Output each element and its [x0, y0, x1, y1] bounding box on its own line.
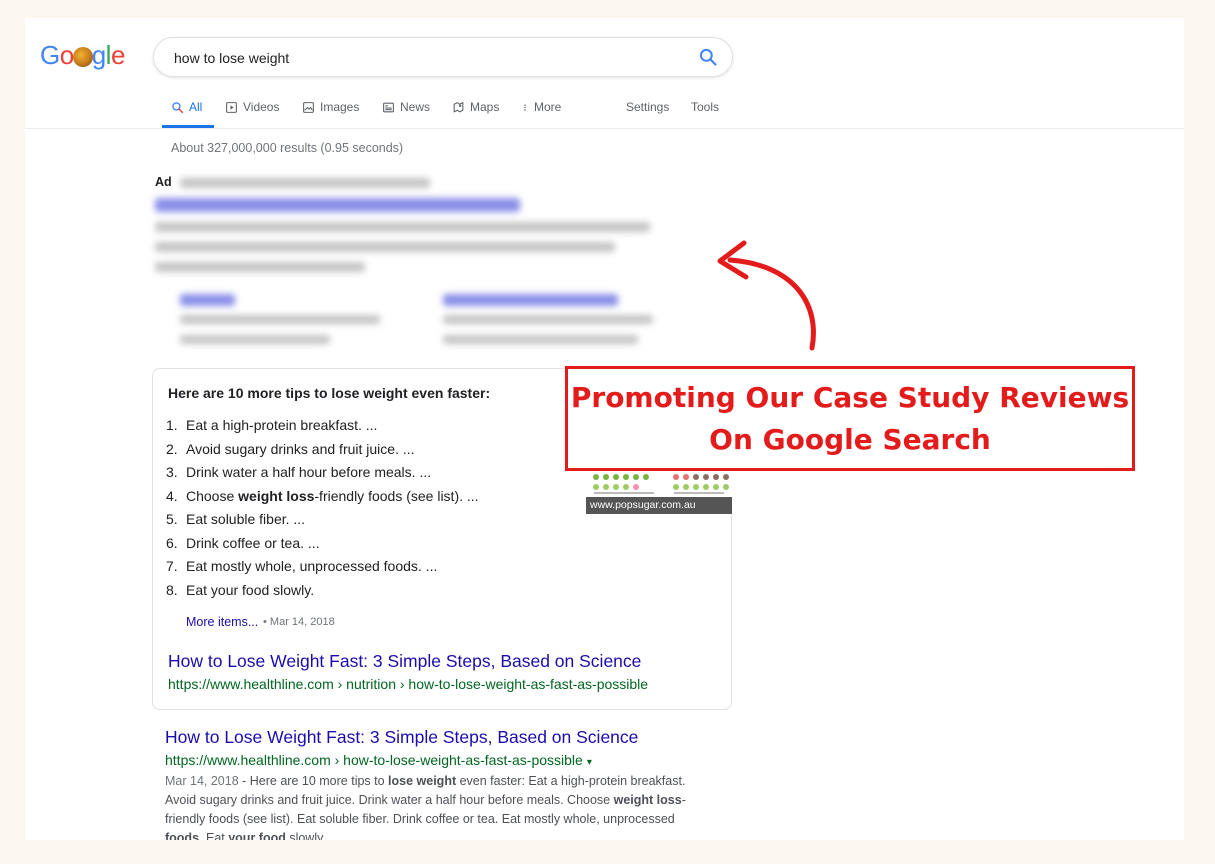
video-icon — [226, 101, 237, 113]
ad-url-blurred — [180, 178, 430, 188]
ad-desc-blurred — [155, 242, 615, 252]
result-url[interactable]: https://www.healthline.com › how-to-lose… — [165, 752, 592, 768]
search-box[interactable] — [153, 37, 733, 77]
tab-maps[interactable]: Maps — [452, 100, 499, 114]
sitelink-desc-blurred — [443, 315, 653, 324]
sitelink-desc-blurred — [180, 335, 330, 344]
search-icon — [172, 101, 184, 113]
callout-line-2: On Google Search — [709, 422, 991, 456]
tab-label: Maps — [470, 100, 500, 114]
list-item: 7. Eat mostly whole, unprocessed foods. .… — [166, 558, 438, 574]
list-item: 5. Eat soluble fiber. ... — [166, 511, 306, 527]
tab-label: All — [189, 100, 203, 114]
list-item: 8. Eat your food slowly. — [166, 581, 315, 598]
tab-all[interactable]: All — [171, 100, 202, 114]
list-item: 3. Drink water a half hour before meals. … — [166, 464, 432, 480]
callout-text: Promoting Our Case Study Reviews On Goog… — [571, 377, 1129, 461]
list-item: 1. Eat a high-protein breakfast. ... — [166, 417, 378, 433]
tab-label: Settings — [626, 100, 670, 114]
tab-label: Images — [320, 100, 360, 114]
result-url-text: https://www.healthline.com › how-to-lose… — [165, 752, 583, 768]
more-vert-icon — [524, 103, 526, 111]
callout-line-1: Promoting Our Case Study Reviews — [570, 380, 1130, 414]
tab-label: Tools — [691, 100, 720, 114]
chevron-down-icon[interactable]: ▾ — [587, 757, 592, 768]
sitelink-desc-blurred — [443, 335, 638, 344]
snippet-date: • Mar 14, 2018 — [263, 616, 335, 628]
tab-settings[interactable]: Settings — [626, 100, 669, 114]
list-item: 4. Choose weight loss-friendly foods (see… — [166, 487, 479, 504]
sitelink-title-blurred — [443, 294, 618, 306]
snippet-result-url[interactable]: https://www.healthline.com › nutrition ›… — [168, 676, 648, 692]
header-divider — [25, 128, 1184, 129]
ad-title-blurred — [155, 198, 520, 212]
doodle-icon — [72, 47, 93, 67]
result-description: Mar 14, 2018 - Here are 10 more tips to … — [165, 774, 686, 840]
snippet-heading: Here are 10 more tips to lose weight eve… — [168, 385, 491, 401]
result-stats: About 327,000,000 results (0.95 seconds) — [171, 141, 404, 155]
search-icon[interactable] — [698, 47, 718, 67]
ad-desc-blurred — [155, 262, 365, 272]
image-caption: www.popsugar.com.au — [586, 497, 732, 514]
sitelink-desc-blurred — [180, 315, 380, 324]
snippet-result-title-link[interactable]: How to Lose Weight Fast: 3 Simple Steps,… — [168, 651, 641, 672]
list-item: 6. Drink coffee or tea. ... — [166, 534, 320, 551]
sitelink-title-blurred — [180, 294, 235, 306]
callout-box: Promoting Our Case Study Reviews On Goog… — [565, 366, 1135, 471]
tab-label: More — [534, 100, 562, 114]
tab-label: News — [400, 100, 431, 114]
google-logo[interactable]: Go gle — [40, 40, 125, 71]
ad-label: Ad — [155, 175, 172, 189]
tab-images[interactable]: Images — [302, 100, 359, 114]
tab-videos[interactable]: Videos — [225, 100, 279, 114]
snippet-list: 1. Eat a high-protein breakfast. ... 2. Av… — [166, 417, 479, 605]
map-icon — [453, 101, 464, 112]
tab-more[interactable]: More — [521, 100, 561, 114]
result-date: Mar 14, 2018 — [165, 774, 239, 788]
tab-label: Videos — [243, 100, 280, 114]
list-item: 2. Avoid sugary drinks and fruit juice. .… — [166, 440, 415, 457]
more-items-link[interactable]: More items... — [186, 615, 258, 629]
result-title-link[interactable]: How to Lose Weight Fast: 3 Simple Steps,… — [165, 727, 638, 748]
search-tabs: All Videos Images News Maps More Setting… — [162, 90, 762, 128]
news-icon — [383, 102, 394, 112]
image-icon — [303, 101, 314, 113]
tab-tools[interactable]: Tools — [691, 100, 719, 114]
search-input[interactable] — [172, 46, 676, 70]
curved-arrow-icon — [717, 240, 816, 351]
tab-news[interactable]: News — [382, 100, 430, 114]
ad-desc-blurred — [155, 222, 650, 232]
